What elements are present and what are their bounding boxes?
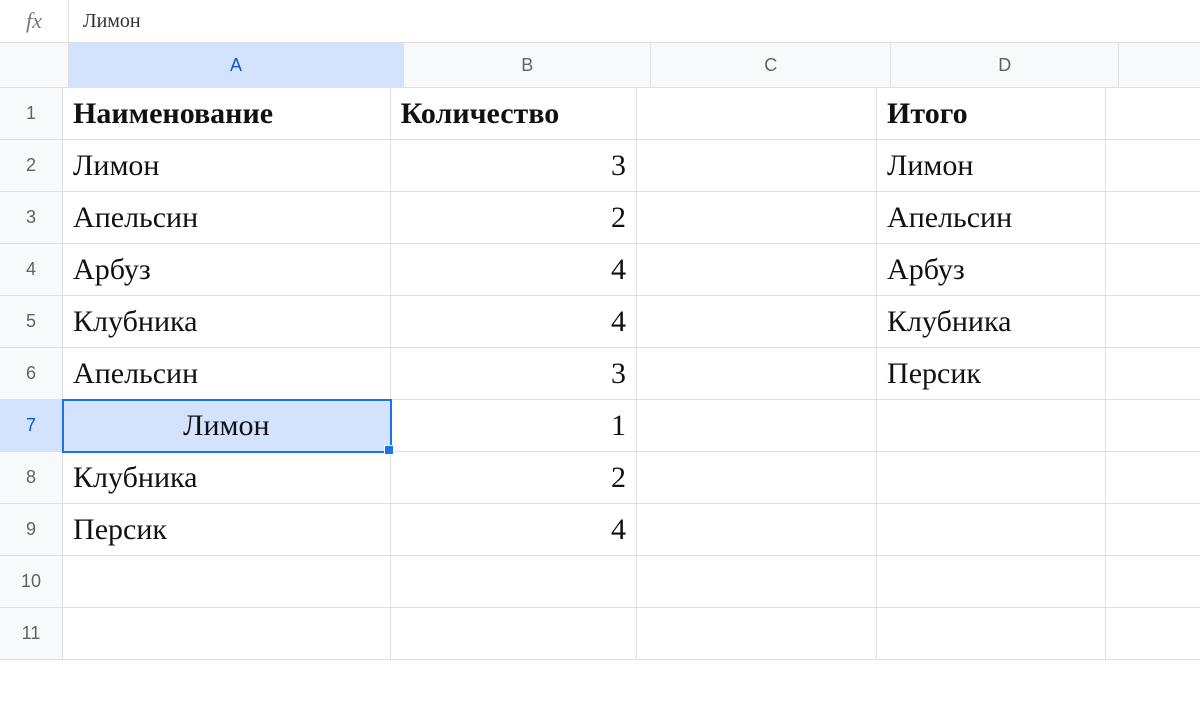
cell-E8[interactable] [1106, 452, 1200, 504]
cell-A9[interactable]: Персик [63, 504, 391, 556]
cell-A1[interactable]: Наименование [63, 88, 391, 140]
row-header-8[interactable]: 8 [0, 452, 63, 504]
cell-B11[interactable] [391, 608, 637, 660]
column-header-A[interactable]: A [69, 43, 405, 87]
cell-E9[interactable] [1106, 504, 1200, 556]
cell-D11[interactable] [877, 608, 1106, 660]
cell-B1[interactable]: Количество [391, 88, 637, 140]
cell-D9[interactable] [877, 504, 1106, 556]
column-header-B[interactable]: B [404, 43, 651, 87]
cell-B5[interactable]: 4 [391, 296, 637, 348]
cell-A5[interactable]: Клубника [63, 296, 391, 348]
row-header-4[interactable]: 4 [0, 244, 63, 296]
cell-B3[interactable]: 2 [391, 192, 637, 244]
row-header-5[interactable]: 5 [0, 296, 63, 348]
row-header-1[interactable]: 1 [0, 88, 63, 140]
cell-B4[interactable]: 4 [391, 244, 637, 296]
column-header-D[interactable]: D [891, 43, 1119, 87]
row-header-10[interactable]: 10 [0, 556, 63, 608]
row-header-3[interactable]: 3 [0, 192, 63, 244]
cell-D7[interactable] [877, 400, 1106, 452]
formula-bar: fx Лимон [0, 0, 1200, 43]
row-header-11[interactable]: 11 [0, 608, 63, 660]
cell-C8[interactable] [637, 452, 877, 504]
cell-E5[interactable] [1106, 296, 1200, 348]
cell-D2[interactable]: Лимон [877, 140, 1106, 192]
cell-D1[interactable]: Итого [877, 88, 1106, 140]
cell-A2[interactable]: Лимон [63, 140, 391, 192]
cell-A11[interactable] [63, 608, 391, 660]
cell-B7[interactable]: 1 [391, 400, 637, 452]
cell-B10[interactable] [391, 556, 637, 608]
cell-E6[interactable] [1106, 348, 1200, 400]
cell-A6[interactable]: Апельсин [63, 348, 391, 400]
cell-C1[interactable] [637, 88, 877, 140]
cell-A8[interactable]: Клубника [63, 452, 391, 504]
cell-C5[interactable] [637, 296, 877, 348]
cell-C6[interactable] [637, 348, 877, 400]
row-header-2[interactable]: 2 [0, 140, 63, 192]
select-all-corner[interactable] [0, 43, 69, 87]
row-header-6[interactable]: 6 [0, 348, 63, 400]
cell-B2[interactable]: 3 [391, 140, 637, 192]
row-3: 3 Апельсин 2 Апельсин [0, 192, 1200, 244]
row-10: 10 [0, 556, 1200, 608]
row-2: 2 Лимон 3 Лимон [0, 140, 1200, 192]
row-11: 11 [0, 608, 1200, 660]
formula-value: Лимон [83, 10, 141, 33]
cell-B9[interactable]: 4 [391, 504, 637, 556]
cell-E7[interactable] [1106, 400, 1200, 452]
cell-D5[interactable]: Клубника [877, 296, 1106, 348]
row-5: 5 Клубника 4 Клубника [0, 296, 1200, 348]
row-9: 9 Персик 4 [0, 504, 1200, 556]
cell-D10[interactable] [877, 556, 1106, 608]
cell-E1[interactable] [1106, 88, 1200, 140]
cell-D3[interactable]: Апельсин [877, 192, 1106, 244]
cell-C10[interactable] [637, 556, 877, 608]
cell-E11[interactable] [1106, 608, 1200, 660]
cell-E10[interactable] [1106, 556, 1200, 608]
cell-D8[interactable] [877, 452, 1106, 504]
cell-C11[interactable] [637, 608, 877, 660]
row-1: 1 Наименование Количество Итого [0, 88, 1200, 140]
cell-C7[interactable] [637, 400, 877, 452]
row-4: 4 Арбуз 4 Арбуз [0, 244, 1200, 296]
column-header-row: A B C D [0, 43, 1200, 88]
cell-B6[interactable]: 3 [391, 348, 637, 400]
formula-input[interactable]: Лимон [69, 0, 1200, 42]
row-7: 7 Лимон 1 [0, 400, 1200, 452]
cell-C2[interactable] [637, 140, 877, 192]
fx-icon[interactable]: fx [0, 0, 69, 42]
cell-C9[interactable] [637, 504, 877, 556]
row-6: 6 Апельсин 3 Персик [0, 348, 1200, 400]
cell-C4[interactable] [637, 244, 877, 296]
cell-A3[interactable]: Апельсин [63, 192, 391, 244]
cell-E4[interactable] [1106, 244, 1200, 296]
cell-A10[interactable] [63, 556, 391, 608]
column-header-C[interactable]: C [651, 43, 891, 87]
cell-E2[interactable] [1106, 140, 1200, 192]
column-header-E[interactable] [1119, 43, 1200, 87]
cell-C3[interactable] [637, 192, 877, 244]
row-8: 8 Клубника 2 [0, 452, 1200, 504]
row-header-9[interactable]: 9 [0, 504, 63, 556]
cell-E3[interactable] [1106, 192, 1200, 244]
cell-A4[interactable]: Арбуз [63, 244, 391, 296]
cell-D6[interactable]: Персик [877, 348, 1106, 400]
cell-A7[interactable]: Лимон [63, 400, 391, 452]
cell-B8[interactable]: 2 [391, 452, 637, 504]
row-header-7[interactable]: 7 [0, 400, 63, 452]
spreadsheet-grid: A B C D 1 Наименование Количество Итого … [0, 43, 1200, 660]
fx-label: fx [26, 8, 42, 34]
cell-D4[interactable]: Арбуз [877, 244, 1106, 296]
